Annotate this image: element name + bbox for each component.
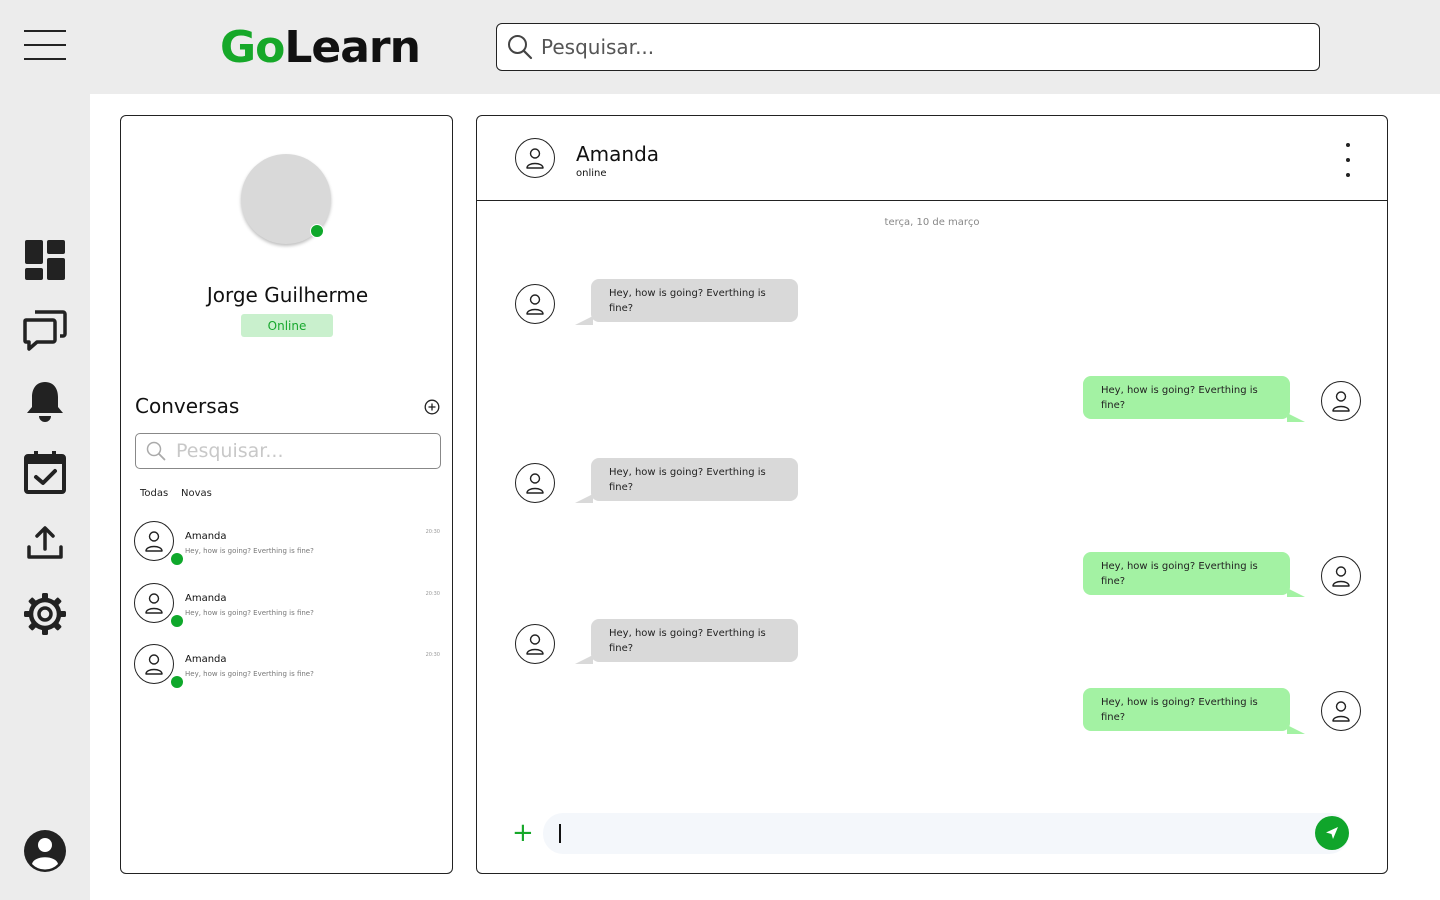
chat-panel: Amanda online terça, 10 de março Hey, ho… bbox=[476, 115, 1388, 874]
user-account-icon[interactable] bbox=[22, 828, 68, 874]
message-preview: Hey, how is going? Everthing is fine? bbox=[185, 547, 314, 555]
more-options-icon[interactable] bbox=[1343, 143, 1353, 177]
contact-name: Amanda bbox=[185, 654, 227, 665]
add-conversation-icon[interactable] bbox=[424, 399, 440, 415]
message-time: 20:30 bbox=[425, 529, 440, 535]
bubble-tail bbox=[1287, 588, 1305, 597]
message-composer[interactable] bbox=[543, 813, 1349, 854]
message-bubble-incoming: Hey, how is going? Everthing is fine? bbox=[591, 619, 798, 662]
user-icon bbox=[526, 148, 544, 169]
contact-avatar bbox=[134, 521, 174, 561]
sender-avatar bbox=[515, 624, 555, 664]
message-preview: Hey, how is going? Everthing is fine? bbox=[185, 609, 314, 617]
user-icon bbox=[526, 294, 544, 315]
message-bubble-incoming: Hey, how is going? Everthing is fine? bbox=[591, 279, 798, 322]
user-icon bbox=[145, 654, 163, 675]
contact-avatar[interactable] bbox=[515, 138, 555, 178]
sender-avatar bbox=[515, 284, 555, 324]
logo-learn: Learn bbox=[284, 22, 421, 73]
contact-avatar bbox=[134, 644, 174, 684]
conversation-item[interactable]: Amanda Hey, how is going? Everthing is f… bbox=[134, 583, 440, 629]
profile-name: Jorge Guilherme bbox=[206, 283, 369, 307]
send-icon bbox=[1326, 827, 1338, 839]
user-icon bbox=[1332, 566, 1350, 587]
side-navigation bbox=[0, 94, 90, 900]
top-search-input[interactable] bbox=[541, 35, 1301, 59]
conversations-title: Conversas bbox=[135, 394, 240, 418]
chat-header: Amanda online bbox=[477, 116, 1387, 201]
conversation-item[interactable]: Amanda Hey, how is going? Everthing is f… bbox=[134, 521, 440, 567]
bubble-tail bbox=[1287, 725, 1305, 734]
online-indicator bbox=[171, 553, 183, 565]
date-separator: terça, 10 de março bbox=[884, 217, 980, 228]
contact-avatar bbox=[134, 583, 174, 623]
conversation-search-bar[interactable] bbox=[135, 433, 441, 469]
user-icon bbox=[526, 473, 544, 494]
message-bubble-incoming: Hey, how is going? Everthing is fine? bbox=[591, 458, 798, 501]
filter-new[interactable]: Novas bbox=[181, 488, 212, 499]
send-button[interactable] bbox=[1315, 816, 1349, 850]
message-time: 20:30 bbox=[425, 652, 440, 658]
conversation-item[interactable]: Amanda Hey, how is going? Everthing is f… bbox=[134, 644, 440, 690]
calendar-check-icon[interactable] bbox=[22, 449, 68, 495]
hamburger-menu-icon[interactable] bbox=[24, 30, 66, 60]
user-icon bbox=[145, 531, 163, 552]
message-input[interactable] bbox=[557, 821, 1297, 846]
bell-icon[interactable] bbox=[22, 378, 68, 424]
user-icon bbox=[1332, 391, 1350, 412]
top-search-bar[interactable] bbox=[496, 23, 1320, 71]
chat-contact-name: Amanda bbox=[576, 142, 660, 166]
message-time: 20:30 bbox=[425, 591, 440, 597]
conversation-search-input[interactable] bbox=[176, 440, 426, 462]
online-indicator bbox=[171, 615, 183, 627]
contact-name: Amanda bbox=[185, 593, 227, 604]
bubble-tail bbox=[575, 655, 593, 664]
sender-avatar bbox=[515, 463, 555, 503]
app-logo: GoLearn bbox=[220, 22, 421, 73]
message-preview: Hey, how is going? Everthing is fine? bbox=[185, 670, 314, 678]
conversations-panel: Jorge Guilherme Online Conversas Todas N… bbox=[120, 115, 453, 874]
sender-avatar bbox=[1321, 691, 1361, 731]
message-bubble-outgoing: Hey, how is going? Everthing is fine? bbox=[1083, 552, 1290, 595]
chat-contact-status: online bbox=[576, 168, 607, 179]
search-icon bbox=[146, 441, 166, 461]
online-indicator bbox=[171, 676, 183, 688]
message-bubble-outgoing: Hey, how is going? Everthing is fine? bbox=[1083, 688, 1290, 731]
bubble-tail bbox=[1287, 413, 1305, 422]
sender-avatar bbox=[1321, 381, 1361, 421]
sender-avatar bbox=[1321, 556, 1361, 596]
dashboard-icon[interactable] bbox=[22, 237, 68, 283]
chat-bubbles-icon[interactable] bbox=[22, 307, 68, 353]
user-icon bbox=[526, 634, 544, 655]
search-icon bbox=[508, 35, 533, 60]
gear-icon[interactable] bbox=[22, 591, 68, 637]
upload-icon[interactable] bbox=[22, 520, 68, 566]
filter-all[interactable]: Todas bbox=[140, 488, 168, 499]
user-icon bbox=[145, 593, 163, 614]
user-icon bbox=[1332, 701, 1350, 722]
logo-go: Go bbox=[220, 22, 285, 73]
online-indicator bbox=[310, 224, 324, 238]
contact-name: Amanda bbox=[185, 531, 227, 542]
bubble-tail bbox=[575, 316, 593, 325]
bubble-tail bbox=[575, 494, 593, 503]
message-bubble-outgoing: Hey, how is going? Everthing is fine? bbox=[1083, 376, 1290, 419]
status-badge: Online bbox=[241, 314, 333, 337]
add-attachment-button[interactable]: + bbox=[512, 820, 534, 846]
